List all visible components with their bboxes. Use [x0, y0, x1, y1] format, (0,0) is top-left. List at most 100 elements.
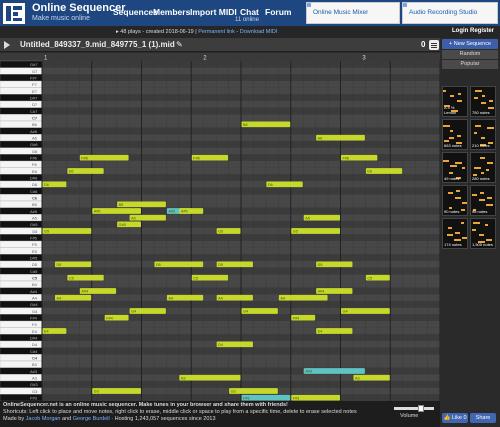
piano-roll-grid[interactable]: 1 2 3G#7G7F#7F7E7D#7D7C#7C7B6A#6A6G#6G6F#6…	[0, 53, 440, 401]
author-link[interactable]: Jacob Morgan	[26, 416, 61, 422]
thumbnail-note	[455, 197, 461, 199]
thumbnail-note	[448, 192, 453, 194]
thumbnail-label: 280 notes	[472, 176, 490, 181]
thumbnail-note	[455, 232, 460, 234]
piano-roll[interactable]: 1 2 3 G#7 G7 F#7 F7 E7 D#7 D7 C#7 C7 B6 A#6 A6 G#6 G6 F#6…	[0, 53, 440, 401]
key-label: A#5	[30, 209, 38, 214]
key-label: D4	[32, 342, 38, 347]
note-label: G5	[218, 230, 223, 234]
note-label: G5	[44, 230, 49, 234]
thumbnail-label: 174 notes	[444, 242, 462, 247]
logo-icon[interactable]	[3, 3, 25, 24]
note-label: A#5	[94, 210, 101, 214]
note[interactable]	[291, 228, 340, 234]
thumbnail-note	[443, 160, 449, 162]
sequence-thumbnail[interactable]: 1,505 notes	[470, 218, 496, 249]
key-label: G3	[32, 389, 38, 394]
note-label: E6	[367, 170, 372, 174]
edit-pencil-icon[interactable]: ✎	[176, 40, 185, 49]
sequence-thumbnail[interactable]: 90 notes	[442, 185, 468, 216]
sequence-thumbnail[interactable]: 49 notes	[442, 152, 468, 183]
thumbnail-note	[450, 165, 457, 167]
note-label: D5	[318, 263, 323, 267]
sequence-thumbnail[interactable]: A 4 % Lemon	[442, 86, 468, 117]
note-label: A5	[131, 216, 136, 220]
thumbnail-note	[486, 169, 489, 171]
permanent-link[interactable]: Permanent link	[198, 29, 235, 35]
thumbnail-label: 750 notes	[472, 110, 490, 115]
note[interactable]	[303, 368, 365, 374]
nav-members[interactable]: Members	[153, 7, 190, 17]
note[interactable]	[154, 261, 204, 268]
nav-forum[interactable]: Forum	[265, 7, 291, 17]
note-label: G4	[243, 310, 248, 314]
nav-chat[interactable]: Chat	[240, 7, 259, 17]
login-link[interactable]: Login	[452, 28, 468, 34]
key-label: G6	[32, 149, 38, 154]
note-label: F#6	[81, 156, 88, 160]
menu-icon[interactable]	[429, 40, 439, 50]
sequence-thumbnail[interactable]: 174 notes	[442, 218, 468, 249]
register-link[interactable]: Register	[470, 28, 494, 34]
volume-handle[interactable]	[418, 405, 424, 412]
key-label: G#4	[30, 302, 38, 307]
brand-name[interactable]: Online Sequencer	[32, 2, 126, 14]
note[interactable]	[341, 308, 390, 314]
song-title[interactable]: Untitled_849337_9.mid_849775_1 (1).mid	[20, 40, 175, 49]
volume-slider[interactable]	[394, 407, 434, 410]
song-title-bar: Untitled_849337_9.mid_849775_1 (1).mid ✎…	[0, 38, 440, 52]
thumbnail-note	[487, 127, 494, 129]
download-midi-link[interactable]: Download MIDI	[240, 29, 278, 35]
note[interactable]	[229, 388, 278, 394]
credits-prefix: Made by	[3, 416, 25, 422]
ad-link-mixer[interactable]: Online Music Mixer	[306, 2, 400, 24]
top-navbar: Online Sequencer Make music online Seque…	[0, 0, 500, 26]
note-label: G4	[343, 310, 348, 314]
thumbnail-note	[489, 100, 493, 102]
key-label: F#4	[30, 316, 38, 321]
key-label: D#5	[30, 256, 38, 261]
key-label: F#3	[30, 396, 38, 401]
play-icon[interactable]	[4, 41, 10, 49]
sequence-thumbnail[interactable]: 663 notes	[442, 119, 468, 150]
credits-and: and	[62, 416, 72, 422]
note-label: G#5	[119, 223, 126, 227]
nav-import-midi[interactable]: Import MIDI	[190, 7, 237, 17]
note[interactable]	[117, 201, 166, 208]
note[interactable]	[278, 294, 328, 301]
sequence-thumbnail[interactable]: 210 notes	[470, 119, 496, 150]
volume-control: Volume	[392, 405, 438, 419]
note[interactable]	[42, 228, 92, 234]
sequence-thumbnail[interactable]: 280 notes	[470, 152, 496, 183]
note[interactable]	[92, 388, 141, 394]
ad-link-recording[interactable]: Audio Recording Studio	[402, 2, 498, 24]
time-ruler[interactable]	[0, 53, 440, 61]
ad-marker-icon	[307, 3, 311, 7]
new-sequence-button[interactable]: + New Sequence	[442, 39, 498, 49]
thumbnail-label: 49 notes	[444, 176, 460, 181]
key-label: B5	[32, 202, 38, 207]
thumbnail-note	[462, 237, 467, 239]
key-label: G#3	[30, 382, 38, 387]
note-label: D5	[218, 263, 223, 267]
sequence-thumbnail[interactable]: 750 notes	[470, 86, 496, 117]
key-label: C#4	[30, 349, 38, 354]
key-label: F5	[32, 242, 37, 247]
share-button[interactable]: Share	[470, 413, 496, 423]
thumbnail-note	[457, 100, 462, 102]
key-label: C7	[32, 116, 38, 121]
note[interactable]	[316, 134, 365, 141]
note-label: A#4	[318, 290, 325, 294]
author-link[interactable]: George Burdell	[73, 416, 110, 422]
nav-sequences[interactable]: Sequences	[113, 7, 158, 17]
popular-button[interactable]: Popular	[442, 60, 498, 69]
like-button[interactable]: 👍 Like 0	[442, 413, 468, 423]
thumbnail-note	[481, 102, 486, 104]
note-label: A#5	[181, 210, 188, 214]
note[interactable]	[241, 121, 291, 128]
random-button[interactable]: Random	[442, 50, 498, 59]
note[interactable]	[179, 374, 241, 381]
thumbnail-note	[474, 132, 477, 134]
note-label: E4	[44, 330, 49, 334]
sequence-thumbnail[interactable]: 98 notes	[470, 185, 496, 216]
